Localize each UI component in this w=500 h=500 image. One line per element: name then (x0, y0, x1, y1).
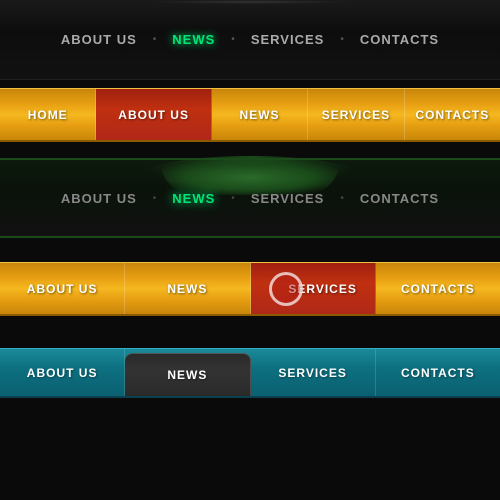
nav3-contacts[interactable]: CONTACTS (360, 191, 439, 206)
spacer-5 (0, 332, 500, 340)
nav2-news[interactable]: NEWS (212, 89, 308, 140)
nav3-news[interactable]: NEWS (172, 191, 215, 206)
nav1-dot1: • (153, 34, 157, 45)
nav1-services[interactable]: SERVICES (251, 32, 325, 47)
nav3-about[interactable]: ABOUT US (61, 191, 137, 206)
nav3-dot3: • (340, 193, 344, 204)
nav3-services[interactable]: SERVICES (251, 191, 325, 206)
spacer-3 (0, 254, 500, 262)
nav3-dot2: • (231, 193, 235, 204)
nav5-about[interactable]: ABOUT US (0, 349, 125, 396)
navbar-3: ABOUT US • NEWS • SERVICES • CONTACTS (0, 158, 500, 238)
nav3-dot1: • (153, 193, 157, 204)
nav4-news[interactable]: NEWS (125, 263, 250, 314)
nav2-services[interactable]: SERVICES (308, 89, 404, 140)
nav5-contacts[interactable]: CONTACTS (376, 349, 500, 396)
navbar-1: ABOUT US • NEWS • SERVICES • CONTACTS (0, 0, 500, 80)
nav2-home[interactable]: HOME (0, 89, 96, 140)
nav4-about[interactable]: ABOUT US (0, 263, 125, 314)
nav4-services-label: SERVICES (288, 282, 356, 296)
nav5-news[interactable]: NEWS (125, 353, 250, 396)
navbar-2: HOME ABOUT US NEWS SERVICES CONTACTS (0, 88, 500, 142)
nav1-about[interactable]: ABOUT US (61, 32, 137, 47)
nav2-about[interactable]: ABOUT US (96, 89, 211, 140)
nav1-contacts[interactable]: CONTACTS (360, 32, 439, 47)
nav4-services[interactable]: SERVICES (251, 263, 376, 314)
spacer-6 (0, 340, 500, 348)
spacer-4 (0, 324, 500, 332)
nav1-news[interactable]: NEWS (172, 32, 215, 47)
nav1-items: ABOUT US • NEWS • SERVICES • CONTACTS (61, 32, 439, 47)
navbar-4: ABOUT US NEWS SERVICES CONTACTS (0, 262, 500, 316)
nav5-services[interactable]: SERVICES (251, 349, 376, 396)
nav1-dot3: • (340, 34, 344, 45)
nav4-contacts[interactable]: CONTACTS (376, 263, 500, 314)
navbar-5: ABOUT US NEWS SERVICES CONTACTS (0, 348, 500, 398)
nav2-contacts[interactable]: CONTACTS (405, 89, 500, 140)
nav3-items: ABOUT US • NEWS • SERVICES • CONTACTS (61, 191, 439, 206)
nav1-dot2: • (231, 34, 235, 45)
spacer-2 (0, 246, 500, 254)
